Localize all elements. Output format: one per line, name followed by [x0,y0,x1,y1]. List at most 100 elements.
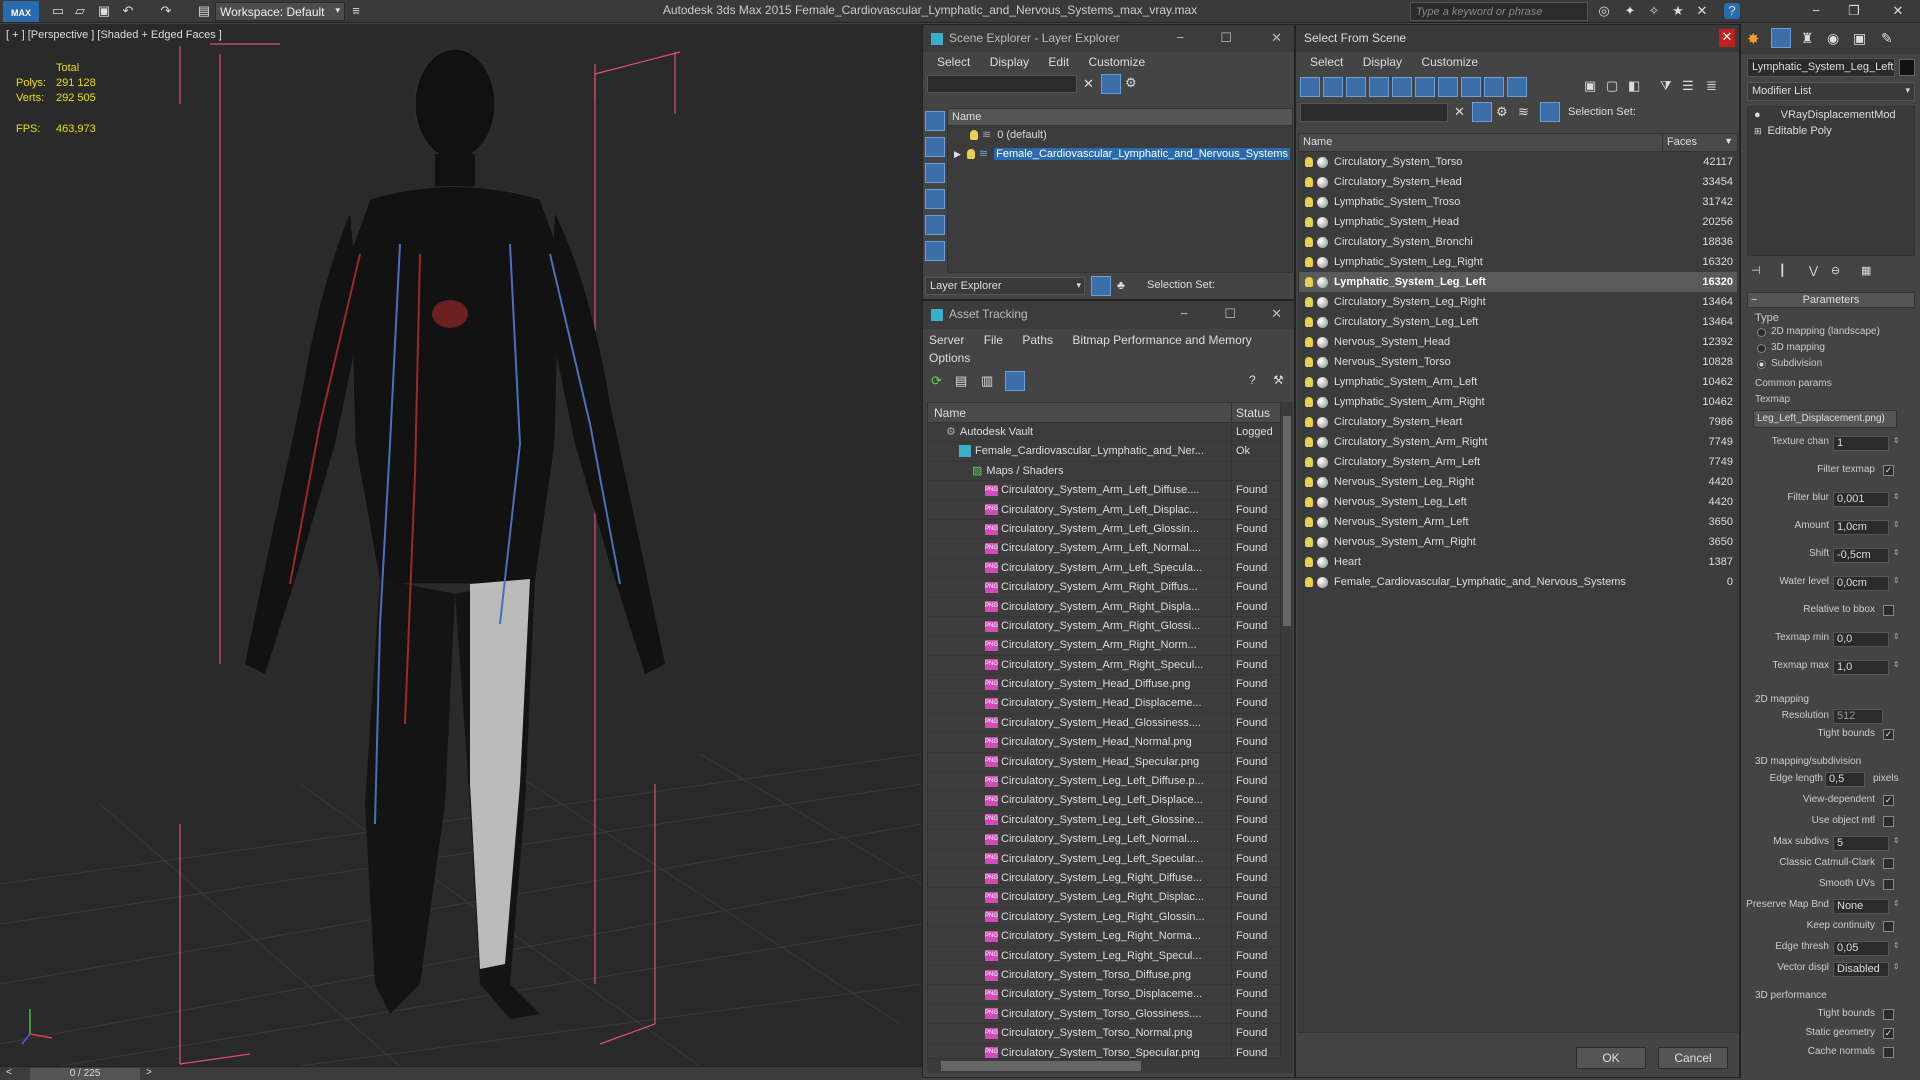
scene-object-row[interactable]: Lymphatic_System_Arm_Right 10462 [1299,392,1737,412]
asset-row[interactable]: PNG Circulatory_System_Head_Glossiness...… [928,713,1280,734]
light-bulb-icon[interactable] [1305,577,1313,588]
table-view-icon[interactable] [1005,371,1025,391]
asset-row[interactable]: PNG Circulatory_System_Leg_Left_Specular.… [928,849,1280,869]
filter-xrefs-icon[interactable] [1461,77,1481,97]
scene-object-row[interactable]: Circulatory_System_Leg_Right 13464 [1299,292,1737,312]
project-icon[interactable]: ▤ [196,3,212,19]
spinner-icon[interactable]: ⇕ [1893,962,1900,971]
modify-tab-icon[interactable] [1771,28,1791,48]
filter-icon[interactable] [1101,74,1121,94]
motion-tab-icon[interactable]: ◉ [1827,30,1839,47]
name-column-header[interactable]: Name [1299,134,1663,151]
open-folder-icon[interactable]: ▱ [72,3,88,19]
light-bulb-icon[interactable]: ● [1754,109,1761,121]
asset-row[interactable]: PNG Circulatory_System_Torso_Normal.png Fo… [928,1024,1280,1044]
checkbox[interactable] [1883,879,1894,890]
value-field[interactable]: 0,05 [1833,941,1889,956]
asset-row[interactable]: PNG Circulatory_System_Torso_Displaceme..… [928,985,1280,1005]
time-slider[interactable]: < 0 / 225 > [0,1066,922,1080]
configure-sets-icon[interactable]: ▦ [1861,264,1871,277]
cancel-button[interactable]: Cancel [1658,1047,1728,1069]
scene-object-row[interactable]: Lymphatic_System_Troso 31742 [1299,192,1737,212]
scene-object-row[interactable]: Nervous_System_Head 12392 [1299,332,1737,352]
light-bulb-icon[interactable] [1305,357,1313,368]
asset-row[interactable]: PNG Circulatory_System_Leg_Left_Displace.… [928,791,1280,811]
help-icon[interactable]: ? [1249,373,1256,387]
layer-row-default[interactable]: ≋ 0 (default) [948,126,1292,145]
asset-row[interactable]: PNG Circulatory_System_Arm_Left_Diffuse..… [928,481,1280,501]
menu-server[interactable]: Server [929,333,964,347]
filter-lights-icon[interactable] [1346,77,1366,97]
edge-length-field[interactable]: 0,5 [1825,772,1865,787]
scene-object-row[interactable]: Circulatory_System_Arm_Right 7749 [1299,432,1737,452]
asset-row[interactable]: PNG Circulatory_System_Torso_Glossiness..… [928,1004,1280,1025]
light-bulb-icon[interactable] [1305,397,1313,408]
asset-horizontal-scrollbar[interactable] [927,1059,1293,1073]
exchange-icon[interactable]: ✕ [1694,3,1710,19]
display-cameras-icon[interactable] [925,189,945,209]
restore-icon[interactable]: ❐ [1846,3,1862,19]
scene-object-row[interactable]: Circulatory_System_Head 33454 [1299,172,1737,192]
display-spacewarps-icon[interactable] [925,241,945,261]
maximize-icon[interactable]: ☐ [1224,306,1236,322]
asset-row[interactable]: PNG Circulatory_System_Arm_Left_Specula..… [928,558,1280,579]
value-field[interactable]: 1,0cm [1833,520,1889,535]
checkbox[interactable] [1883,605,1894,616]
light-bulb-icon[interactable] [1305,217,1313,228]
asset-row[interactable]: PNG Circulatory_System_Leg_Left_Glossine.… [928,810,1280,831]
light-bulb-icon[interactable] [1305,477,1313,488]
type-radio-subdivision[interactable] [1757,360,1766,369]
display-shapes-icon[interactable] [925,137,945,157]
close-icon[interactable]: ✕ [1890,3,1906,19]
filter-cameras-icon[interactable] [1369,77,1389,97]
light-bulb-icon[interactable] [1305,197,1313,208]
clear-find-icon[interactable]: ✕ [1454,104,1465,120]
menu-customize[interactable]: Customize [1088,55,1145,69]
object-name-field[interactable]: Lymphatic_System_Leg_Left [1747,58,1895,77]
refresh-icon[interactable]: ⟳ [931,373,942,389]
expand-arrow-icon[interactable]: ▶ [954,149,961,159]
spinner-icon[interactable]: ⇕ [1893,660,1900,669]
name-column-header[interactable]: Name [928,403,1232,422]
scene-object-row[interactable]: Lymphatic_System_Head 20256 [1299,212,1737,232]
create-tab-icon[interactable]: ✸ [1747,30,1760,48]
light-bulb-icon[interactable] [1305,297,1313,308]
light-bulb-icon[interactable] [1305,497,1313,508]
select-from-scene-titlebar[interactable]: Select From Scene ✕ [1296,25,1739,52]
display-geometry-icon[interactable] [925,111,945,131]
value-field[interactable]: 1,0 [1833,660,1889,675]
show-end-result-icon[interactable]: ┃ [1779,264,1786,277]
spinner-icon[interactable]: ⇕ [1893,436,1900,445]
time-slider-thumb[interactable]: 0 / 225 [30,1068,140,1080]
perspective-viewport[interactable]: [ + ] [Perspective ] [Shaded + Edged Fac… [0,24,922,1066]
spinner-icon[interactable]: ⇕ [1893,576,1900,585]
display-tab-icon[interactable]: ▣ [1853,30,1866,47]
scene-object-row[interactable]: Heart 1387 [1299,552,1737,572]
filter-groups-icon[interactable] [1438,77,1458,97]
checkbox[interactable]: ✓ [1883,465,1894,476]
light-bulb-icon[interactable] [1305,517,1313,528]
remove-modifier-icon[interactable]: ⊖ [1831,264,1840,277]
light-bulb-icon[interactable] [1305,157,1313,168]
scene-object-row[interactable]: Lymphatic_System_Leg_Left 16320 [1299,272,1737,292]
tools-icon[interactable]: ✦ [1622,3,1638,19]
light-bulb-icon[interactable] [1305,417,1313,428]
checkbox[interactable] [1883,1047,1894,1058]
type-radio-3d[interactable] [1757,344,1766,353]
spinner-icon[interactable]: ⇕ [1893,492,1900,501]
stack-item-vraydisplacement[interactable]: ● VRayDisplacementMod [1748,107,1914,123]
favorites-icon[interactable]: ★ [1670,3,1686,19]
modifier-list-dropdown[interactable]: Modifier List ▾ [1747,82,1915,101]
filter-helpers-icon[interactable] [1392,77,1412,97]
scene-object-row[interactable]: Circulatory_System_Heart 7986 [1299,412,1737,432]
asset-row[interactable]: Female_Cardiovascular_Lymphatic_and_Ner.… [928,442,1280,462]
communication-icon[interactable]: ✧ [1646,3,1662,19]
asset-row[interactable]: PNG Circulatory_System_Leg_Right_Specul..… [928,946,1280,966]
scene-object-row[interactable]: Circulatory_System_Leg_Left 13464 [1299,312,1737,332]
value-field[interactable]: 5 [1833,836,1889,851]
asset-row[interactable]: PNG Circulatory_System_Arm_Right_Displa..… [928,597,1280,617]
parameters-rollout-header[interactable]: − Parameters [1747,292,1915,308]
binoculars-icon[interactable]: ◎ [1596,3,1612,19]
close-icon[interactable]: ✕ [1271,306,1282,322]
find-input[interactable] [927,75,1077,93]
